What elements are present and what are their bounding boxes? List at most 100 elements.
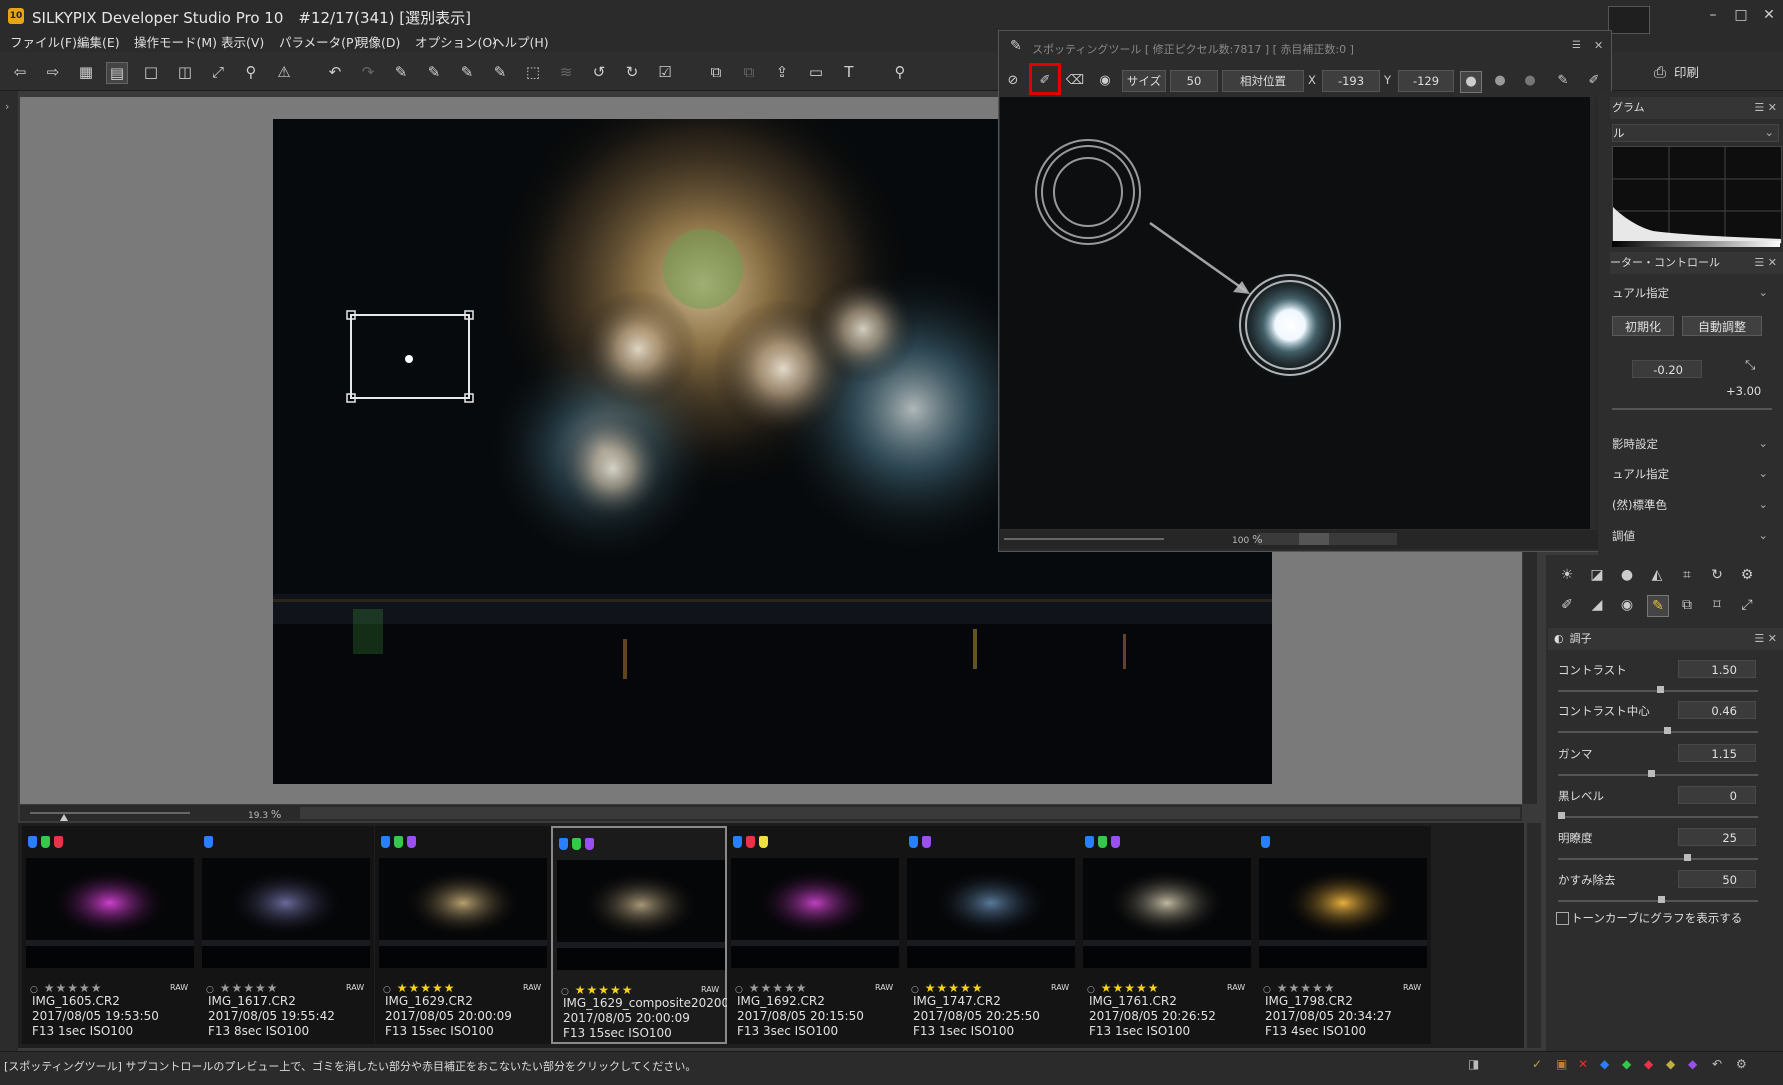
spotting-tool-icon[interactable]: ✎ <box>1647 595 1669 617</box>
rating-stars[interactable]: ○ ★★★★★ <box>911 981 984 995</box>
contrast-field[interactable]: 1.50 <box>1678 660 1756 678</box>
mark-icon[interactable]: ☑ <box>655 62 675 82</box>
star-icon[interactable]: ★ <box>760 981 772 995</box>
brush-hard-icon[interactable]: ● <box>1460 71 1482 93</box>
color-tag-icon[interactable] <box>1261 836 1270 848</box>
star-icon[interactable]: ★ <box>610 983 622 997</box>
size-value-field[interactable]: 50 <box>1170 70 1218 92</box>
clarity-knob[interactable] <box>1684 854 1691 861</box>
star-icon[interactable]: ★ <box>1312 981 1324 995</box>
star-icon[interactable]: ★ <box>267 981 279 995</box>
star-icon[interactable]: ★ <box>772 981 784 995</box>
exposure-tool-icon[interactable]: ☀ <box>1557 565 1577 585</box>
color-tag-icon[interactable] <box>733 836 742 848</box>
batch-icon[interactable]: ⧉ <box>739 62 759 82</box>
status-tag-red-icon[interactable]: ◆ <box>1644 1057 1653 1071</box>
print-field[interactable] <box>1608 6 1650 34</box>
star-icon[interactable]: ★ <box>444 981 456 995</box>
gradient-tool-icon[interactable]: ◢ <box>1587 595 1607 615</box>
rating-stars[interactable]: ○ ★★★★★ <box>30 981 103 995</box>
exposure-slider[interactable] <box>1612 408 1772 410</box>
export-icon[interactable]: ⇪ <box>772 62 792 82</box>
color-tag-icon[interactable] <box>204 836 213 848</box>
crop-tool-icon[interactable]: ⌑ <box>1707 595 1727 615</box>
panel-close-icon[interactable]: ✕ <box>1594 39 1603 52</box>
filmstrip-thumbnail[interactable]: ○ ★★★★★ RAW IMG_1605.CR2 2017/08/05 19:53:5… <box>22 826 198 1044</box>
rating-stars[interactable]: ○ ★★★★★ <box>206 981 279 995</box>
rating-stars[interactable]: ○ ★★★★★ <box>561 983 634 997</box>
color-tag-icon[interactable] <box>407 836 416 848</box>
status-tag-green-icon[interactable]: ◆ <box>1622 1057 1631 1071</box>
star-icon[interactable]: ★ <box>408 981 420 995</box>
single-view-icon[interactable]: □ <box>141 62 161 82</box>
transform-tool-icon[interactable]: ⤢ <box>1737 595 1757 615</box>
star-icon[interactable]: ★ <box>948 981 960 995</box>
color-tag-icon[interactable] <box>572 838 581 850</box>
panel-menu-icon[interactable]: ☰ <box>1572 40 1581 51</box>
color-tag-icon[interactable] <box>759 836 768 848</box>
star-icon[interactable]: ★ <box>44 981 56 995</box>
star-icon[interactable]: ★ <box>960 981 972 995</box>
status-check-icon[interactable]: ✓ <box>1532 1057 1542 1071</box>
minimize-button[interactable]: – <box>1700 4 1726 26</box>
status-tag-yellow-icon[interactable]: ◆ <box>1666 1057 1675 1071</box>
redeye-tool-icon[interactable]: ◉ <box>1617 595 1637 615</box>
star-icon[interactable]: ★ <box>1112 981 1124 995</box>
color-tag-icon[interactable] <box>54 836 63 848</box>
brush-soft-icon[interactable]: ● <box>1520 71 1540 91</box>
status-tool-icon[interactable]: ◨ <box>1468 1057 1479 1071</box>
tone-select[interactable]: ュアル指定 ⌄ <box>1612 466 1772 482</box>
color-tag-icon[interactable] <box>559 838 568 850</box>
star-icon[interactable]: ★ <box>972 981 984 995</box>
star-icon[interactable]: ★ <box>432 981 444 995</box>
exposure-field[interactable]: -0.20 <box>1632 360 1702 378</box>
expand-icon[interactable]: ⤡ <box>1745 358 1755 373</box>
black-level-slider[interactable] <box>1558 816 1758 818</box>
sharp-select[interactable]: 調値 ⌄ <box>1612 528 1772 544</box>
text-tool-icon[interactable]: T <box>839 62 859 82</box>
menu-parameter[interactable]: パラメータ(P) <box>279 32 358 51</box>
loupe-icon[interactable]: ⚲ <box>890 62 910 82</box>
menu-view[interactable]: 表示(V) <box>221 32 264 51</box>
star-icon[interactable]: ★ <box>220 981 232 995</box>
star-icon[interactable]: ★ <box>1124 981 1136 995</box>
eraser-icon[interactable]: ⌫ <box>1065 71 1085 91</box>
gamma-knob[interactable] <box>1648 770 1655 777</box>
star-icon[interactable]: ★ <box>796 981 808 995</box>
menu-edit[interactable]: 編集(E) <box>77 32 120 51</box>
color-tag-icon[interactable] <box>1111 836 1120 848</box>
star-icon[interactable]: ★ <box>586 983 598 997</box>
slideshow-icon[interactable]: ▭ <box>806 62 826 82</box>
brush-tool-1-icon[interactable]: ✎ <box>391 62 411 82</box>
star-icon[interactable]: ★ <box>1277 981 1289 995</box>
color-tag-icon[interactable] <box>746 836 755 848</box>
spot-remove-icon[interactable]: ⊘ <box>1003 71 1023 91</box>
spot-zoom-track[interactable] <box>1004 538 1164 540</box>
rating-stars[interactable]: ○ ★★★★★ <box>1087 981 1160 995</box>
color-tag-icon[interactable] <box>41 836 50 848</box>
brush-tip-icon[interactable]: ✎ <box>1553 71 1573 91</box>
star-icon[interactable]: ★ <box>67 981 79 995</box>
layers-icon[interactable]: ≋ <box>556 62 576 82</box>
sharp-tool-icon[interactable]: ◭ <box>1647 565 1667 585</box>
star-icon[interactable]: ★ <box>231 981 243 995</box>
star-icon[interactable]: ★ <box>1300 981 1312 995</box>
star-icon[interactable]: ★ <box>784 981 796 995</box>
adjust-header[interactable]: ◐ 調子 ☰ ✕ <box>1548 628 1783 650</box>
color-tag-icon[interactable] <box>1085 836 1094 848</box>
filmstrip-thumbnail[interactable]: ○ ★★★★★ RAW IMG_1629_composite20200 2017/08… <box>551 826 729 1044</box>
gamma-field[interactable]: 1.15 <box>1678 744 1756 762</box>
contrast-knob[interactable] <box>1657 686 1664 693</box>
redo-icon[interactable]: ↷ <box>358 62 378 82</box>
filmstrip-thumbnail[interactable]: ○ ★★★★★ RAW IMG_1629.CR2 2017/08/05 20:00:0… <box>375 826 551 1044</box>
filmstrip-thumbnail[interactable]: ○ ★★★★★ RAW IMG_1692.CR2 2017/08/05 20:15:5… <box>727 826 903 1044</box>
brush-tool-4-icon[interactable]: ✎ <box>490 62 510 82</box>
filmstrip-view-icon[interactable]: ▤ <box>106 62 128 84</box>
color-select[interactable]: (然)標準色 ⌄ <box>1612 497 1772 513</box>
status-reject-icon[interactable]: ✕ <box>1578 1057 1588 1071</box>
color-tag-icon[interactable] <box>394 836 403 848</box>
maximize-button[interactable]: □ <box>1728 4 1754 26</box>
star-icon[interactable]: ★ <box>622 983 634 997</box>
rating-stars[interactable]: ○ ★★★★★ <box>1263 981 1336 995</box>
eye-icon[interactable]: ◉ <box>1095 71 1115 91</box>
